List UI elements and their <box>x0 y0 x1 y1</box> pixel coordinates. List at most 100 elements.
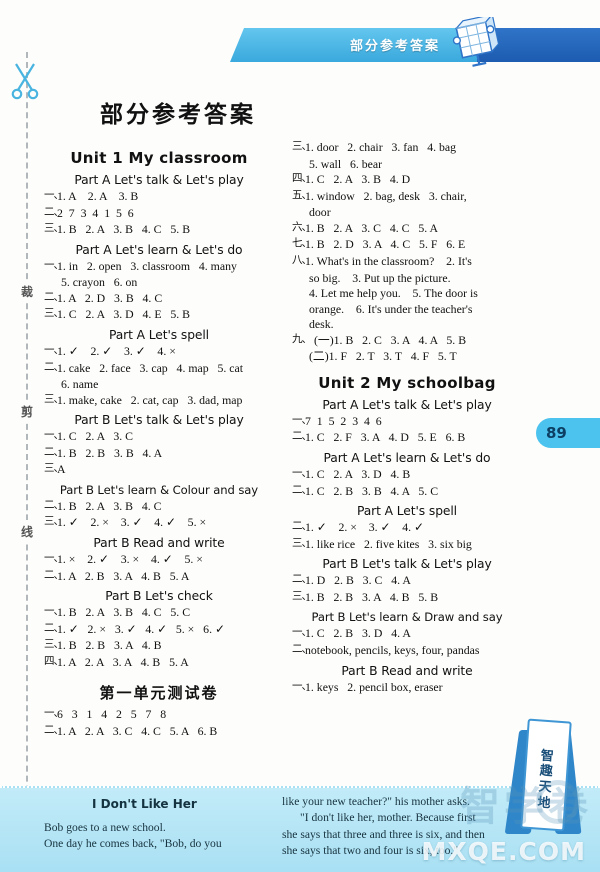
answer-body: 1. B 2. D 3. A 4. C 5. F 6. E <box>305 237 466 252</box>
cut-mark-2: 剪 <box>17 400 37 423</box>
answer-number: 一、 <box>44 552 64 564</box>
answer-continuation-line: orange. 6. It's under the teacher's <box>309 301 473 316</box>
part-heading: Part A Let's talk & Let's play <box>74 173 244 187</box>
answer-line: 一、 1. ✓ 2. ✓ 3. ✓ 4. × <box>44 344 274 360</box>
answer-number: 九、 <box>292 332 312 345</box>
answer-number: 二、 <box>44 498 64 511</box>
badge-char: 天 <box>538 779 553 796</box>
answer-continuation-line: 6. name <box>61 377 99 392</box>
answer-number: 二、 <box>292 573 312 586</box>
answer-body: 1. B 2. B 3. A 4. B <box>57 638 162 653</box>
answer-body: 1. B 2. A 3. B 4. C <box>57 498 162 513</box>
answer-number: 一、 <box>44 707 64 720</box>
answer-line: 一、 1. A 2. A 3. B <box>44 189 274 205</box>
answer-number: 三、 <box>44 638 64 651</box>
answer-line: 三、 1. B 2. B 3. A 4. B 5. B <box>292 590 522 606</box>
answer-line: 七、 1. B 2. D 3. A 4. C 5. F 6. E <box>292 237 522 253</box>
running-head-title: 部分参考答案 <box>350 39 441 54</box>
story-text-left: Bob goes to a new school. One day he come… <box>44 820 284 853</box>
cut-line <box>26 52 28 852</box>
part-heading: Part A Let's talk & Let's play <box>322 397 492 412</box>
answer-body: 1. A 2. D 3. B 4. C <box>57 290 163 305</box>
part-heading: Part B Let's check <box>105 589 213 604</box>
answer-number: 二、 <box>292 483 312 496</box>
answer-number: 二、 <box>292 642 312 655</box>
answer-line: 一、 1. C 2. B 3. D 4. A <box>292 626 522 642</box>
answer-number: 二、 <box>44 445 64 458</box>
page-number: 89 <box>546 424 567 442</box>
answer-body: 1. × 2. ✓ 3. × 4. ✓ 5. × <box>57 552 203 566</box>
answer-body: 1. make, cake 2. cat, cap 3. dad, map <box>57 392 243 407</box>
answer-line: 二、 1. ✓ 2. × 3. ✓ 4. ✓ 5. × 6. ✓ <box>44 622 274 638</box>
answer-body: 1. ✓ 2. × 3. ✓ 4. ✓ <box>305 520 424 535</box>
part-heading: Part B Let's talk & Let's play <box>322 557 492 572</box>
answer-line: 一、 1. B 2. A 3. B 4. C 5. C <box>44 605 274 621</box>
answer-number: 一、 <box>44 343 64 356</box>
answer-body: 7 1 5 2 3 4 6 <box>305 413 382 428</box>
part-heading: Part B Let's learn & Colour and say <box>59 482 259 497</box>
answer-body: notebook, pencils, keys, four, pandas <box>305 642 480 657</box>
story-line: she says that two and four is six, too." <box>282 844 459 858</box>
part-heading: Part A Let's spell <box>108 327 210 342</box>
answer-body: 1. C 2. B 3. B 4. A 5. C <box>305 483 439 498</box>
answer-continuation-line: (二)1. F 2. T 3. T 4. F 5. T <box>309 349 457 364</box>
answer-line: 二、 1. cake 2. face 3. cap 4. map 5. cat <box>44 361 274 377</box>
part-heading: Part A Let's spell <box>356 504 458 519</box>
answer-number: 三、 <box>44 222 64 235</box>
answer-body: 1. B 2. A 3. B 4. C 5. B <box>57 222 191 237</box>
answer-body: 1. A 2. A 3. C 4. C 5. A 6. B <box>57 723 218 738</box>
answer-line: 三、 1. B 2. B 3. A 4. B <box>44 638 274 654</box>
answer-line: 一、 1. in 2. open 3. classroom 4. many <box>44 259 274 275</box>
story-title: I Don't Like Her <box>92 797 197 811</box>
answer-number: 二、 <box>292 430 312 443</box>
answer-line: 二、 1. D 2. B 3. C 4. A <box>292 573 522 589</box>
page-title: 部分参考答案 <box>100 102 256 128</box>
unit-heading: Unit 2 My schoolbag <box>318 373 496 392</box>
answer-body: 1. window 2. bag, desk 3. chair, <box>305 188 467 203</box>
answer-number: 二、 <box>292 520 312 533</box>
scissors-icon <box>11 63 39 100</box>
answer-line: 三、 1. door 2. chair 3. fan 4. bag <box>292 140 522 156</box>
answer-body: 1. What's in the classroom? 2. It's <box>305 253 472 268</box>
answer-continuation-line: door <box>309 205 331 220</box>
answer-number: 一、 <box>44 605 64 618</box>
answer-line: 三、 1. ✓ 2. × 3. ✓ 4. ✓ 5. × <box>44 515 274 531</box>
answer-number: 二、 <box>44 621 64 634</box>
answer-body: 1. A 2. A 3. B <box>57 189 139 203</box>
answer-body: A <box>57 462 66 477</box>
badge-char: 地 <box>537 795 552 812</box>
answer-body: 1. B 2. A 3. C 4. C 5. A <box>305 220 439 235</box>
answer-body: 1. ✓ 2. × 3. ✓ 4. ✓ 5. × <box>57 515 207 530</box>
answer-line: 二、 1. A 2. D 3. B 4. C <box>44 291 274 307</box>
answer-line: 二、 1. C 2. F 3. A 4. D 5. E 6. B <box>292 430 522 446</box>
answer-line: 一、 7 1 5 2 3 4 6 <box>292 414 522 430</box>
answer-line: 二、 notebook, pencils, keys, four, pandas <box>292 643 522 659</box>
answer-number: 四、 <box>44 654 64 667</box>
answer-number: 三、 <box>44 462 64 475</box>
answer-body: 1. C 2. A 3. D 4. E 5. B <box>57 307 191 322</box>
part-heading: Part A Let's learn & Let's do <box>323 451 491 465</box>
answer-number: 三、 <box>292 536 312 549</box>
answer-number: 一、 <box>44 189 64 201</box>
answer-number: 三、 <box>292 589 312 602</box>
answer-line: 三、 1. C 2. A 3. D 4. E 5. B <box>44 307 274 323</box>
answer-body: 1. keys 2. pencil box, eraser <box>305 679 443 694</box>
answer-body: 1. A 2. B 3. A 4. B 5. A <box>57 568 190 583</box>
answer-number: 一、 <box>292 467 312 479</box>
part-heading: Part A Let's learn & Let's do <box>75 242 243 257</box>
answer-line: 三、 A <box>44 462 274 478</box>
answer-line: 二、 1. B 2. A 3. B 4. C <box>44 499 274 515</box>
globe-book-icon <box>452 17 500 67</box>
answer-body: 1. in 2. open 3. classroom 4. many <box>57 258 237 273</box>
answer-line: 一、 1. × 2. ✓ 3. × 4. ✓ 5. × <box>44 552 274 568</box>
unit-heading: Unit 1 My classroom <box>70 149 248 167</box>
cut-mark-1: 裁 <box>17 280 37 303</box>
answer-body: 1. C 2. F 3. A 4. D 5. E 6. B <box>305 430 466 445</box>
answer-number: 二、 <box>44 360 64 373</box>
answer-line: 五、 1. window 2. bag, desk 3. chair, <box>292 189 522 205</box>
answer-body: 1. door 2. chair 3. fan 4. bag <box>305 140 457 154</box>
answer-line: 二、 1. B 2. B 3. B 4. A <box>44 446 274 462</box>
part-heading: Part B Read and write <box>341 663 473 678</box>
answer-number: 三、 <box>292 140 312 152</box>
answer-line: 一、 6 3 1 4 2 5 7 8 <box>44 707 274 723</box>
